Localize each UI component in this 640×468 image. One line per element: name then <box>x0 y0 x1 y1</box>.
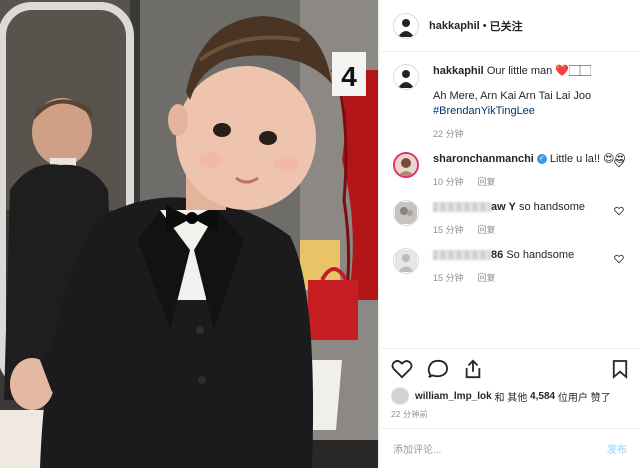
comment-item: 86 So handsome 15 分钟 回复 <box>393 248 626 286</box>
caption: hakkaphil Our little man ❤️🏻🏻 Ah Mere, A… <box>393 64 626 142</box>
comments-list: hakkaphil Our little man ❤️🏻🏻 Ah Mere, A… <box>379 52 640 348</box>
reply-button[interactable]: 回复 <box>478 175 496 190</box>
avatar-icon <box>395 154 417 176</box>
comment-username[interactable]: aw Y <box>491 201 516 213</box>
comment-time: 10 分钟 <box>433 177 464 187</box>
post-side-panel: hakkaphil • 已关注 hakkaphil Our little man… <box>378 0 640 468</box>
comment-item: aw Y so handsome 15 分钟 回复 <box>393 200 626 238</box>
avatar[interactable] <box>393 200 419 226</box>
avatar[interactable] <box>393 12 419 39</box>
comment-heart-icon[interactable] <box>614 158 624 168</box>
avatar-icon <box>398 18 414 37</box>
comment-heart-icon[interactable] <box>614 206 624 216</box>
caption-time: 22 分钟 <box>433 129 464 139</box>
instagram-post-window: 4 hakkaphil • 已关注 hakkaphil Our little m… <box>0 0 640 468</box>
caption-text: Our little man ❤️🏻🏻 <box>486 65 591 77</box>
heart-icon[interactable] <box>391 359 413 379</box>
likes-and-others: 和 其他 <box>494 392 528 404</box>
blurred-username <box>433 250 491 261</box>
post-comment-button[interactable]: 发布 <box>607 441 627 456</box>
photo-illustration: 4 <box>0 0 378 468</box>
bookmark-icon[interactable] <box>612 359 628 379</box>
action-icons <box>391 355 628 383</box>
caption-line: Ah Mere, Arn Kai Arn Tai Lai Joo <box>433 90 592 102</box>
post-username[interactable]: hakkaphil <box>429 20 480 32</box>
room-number: 4 <box>341 61 357 92</box>
comment-username[interactable]: sharonchanmanchi <box>433 153 534 165</box>
post-header: hakkaphil • 已关注 <box>379 0 640 52</box>
avatar-icon <box>395 202 417 224</box>
reply-button[interactable]: 回复 <box>478 271 496 286</box>
liker-avatar[interactable] <box>391 387 409 405</box>
blurred-username <box>433 202 491 213</box>
verified-icon: ✓ <box>536 154 547 165</box>
avatar[interactable] <box>393 64 419 90</box>
comment-text: so handsome <box>518 201 585 213</box>
likes-summary: william_lmp_lok 和 其他 4,584 位用户 赞了 <box>391 387 628 405</box>
comment-icon[interactable] <box>427 359 449 379</box>
comment-item: sharonchanmanchi ✓ Little u la!! 😍😍 10 分钟 … <box>393 152 626 190</box>
share-icon[interactable] <box>463 359 483 379</box>
avatar-icon <box>395 250 417 272</box>
avatar[interactable] <box>393 248 419 274</box>
comment-time: 15 分钟 <box>433 225 464 235</box>
post-timestamp: 22 分钟前 <box>391 410 428 419</box>
liker-username[interactable]: william_lmp_lok <box>415 391 492 402</box>
caption-hashtag[interactable]: #BrendanYikTingLee <box>433 104 626 119</box>
avatar[interactable] <box>393 152 419 178</box>
add-comment-bar: 添加评论... 发布 <box>379 428 640 468</box>
add-comment-input[interactable]: 添加评论... <box>393 441 441 456</box>
post-photo[interactable]: 4 <box>0 0 378 468</box>
likes-count[interactable]: 4,584 <box>530 391 555 402</box>
comment-heart-icon[interactable] <box>614 254 624 264</box>
avatar-icon <box>398 70 414 88</box>
comment-time: 15 分钟 <box>433 273 464 283</box>
caption-username[interactable]: hakkaphil <box>433 65 484 77</box>
separator-dot: • <box>482 19 487 32</box>
comment-text: So handsome <box>506 249 575 261</box>
likes-suffix: 位用户 赞了 <box>557 392 611 404</box>
following-button[interactable]: 已关注 <box>490 18 523 34</box>
reply-button[interactable]: 回复 <box>478 223 496 238</box>
comment-username[interactable]: 86 <box>491 249 503 261</box>
